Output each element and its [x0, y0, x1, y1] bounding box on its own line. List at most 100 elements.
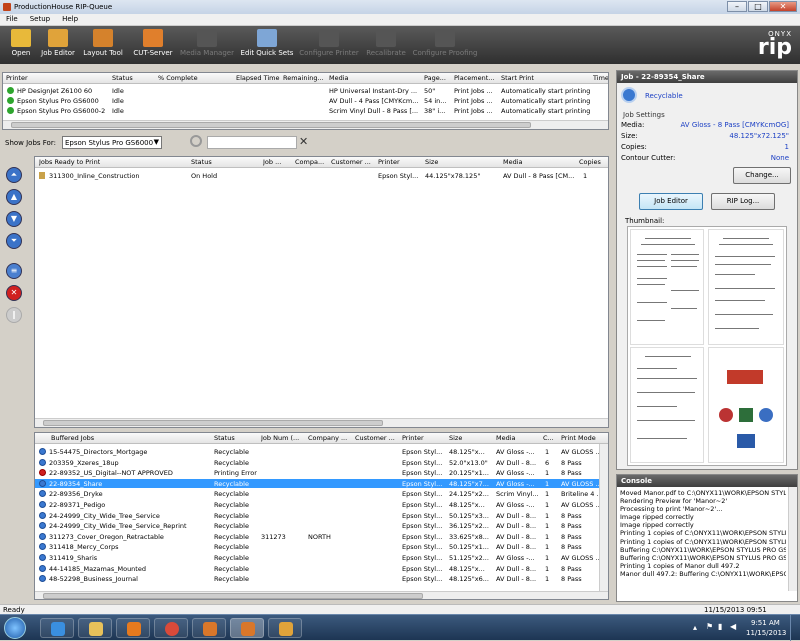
col-size[interactable]: Size: [425, 158, 438, 166]
minimize-button[interactable]: –: [727, 1, 747, 12]
volume-icon[interactable]: ◀: [730, 622, 736, 631]
table-row[interactable]: 48-52298_Business_Journal Recyclable Epson…: [35, 574, 599, 583]
col-remaining[interactable]: Remaining...: [283, 74, 324, 82]
col-job-num[interactable]: Job Num (...: [261, 434, 299, 442]
clock-date[interactable]: 11/15/2013: [746, 629, 786, 637]
menu-file[interactable]: File: [0, 14, 24, 24]
show-desktop-button[interactable]: [790, 615, 800, 641]
col-status[interactable]: Status: [191, 158, 212, 166]
start-button[interactable]: [4, 617, 26, 639]
col-printer[interactable]: Printer: [6, 74, 28, 82]
job-c: 1: [545, 532, 550, 541]
col-job-num[interactable]: Job ...: [263, 158, 281, 166]
col-status[interactable]: Status: [112, 74, 133, 82]
table-row[interactable]: 22-89371_Pedigo Recyclable Epson Styl... 48…: [35, 500, 602, 509]
table-row[interactable]: 24-24999_City_Wide_Tree_Service_Reprint R…: [35, 521, 599, 530]
table-row[interactable]: 15-54475_Directors_Mortgage Recyclable Eps…: [35, 447, 602, 456]
change-button[interactable]: Change...: [733, 167, 791, 184]
taskbar-onyx-1[interactable]: [192, 618, 226, 638]
table-row[interactable]: Epson Stylus Pro GS6000 Idle AV Dull - 4 P…: [3, 96, 608, 105]
move-up-button[interactable]: ▲: [6, 189, 22, 205]
delete-job-button[interactable]: ✕: [6, 285, 22, 301]
table-row[interactable]: 44-14185_Mazamas_Mounted Recyclable Epson …: [35, 564, 599, 573]
layout-tool-button[interactable]: Layout Tool: [80, 29, 126, 57]
maximize-button[interactable]: □: [748, 1, 768, 12]
job-editor-panel-button[interactable]: Job Editor: [639, 193, 703, 210]
media-manager-button[interactable]: Media Manager: [178, 29, 236, 57]
taskbar-onyx-2[interactable]: [230, 618, 264, 638]
table-row[interactable]: 311300_Inline_Construction On Hold Epson…: [35, 171, 608, 180]
hold-job-button[interactable]: ‖: [6, 307, 22, 323]
table-row[interactable]: 203359_Xzeres_18up Recyclable Epson Styl..…: [35, 458, 599, 467]
search-input[interactable]: [207, 136, 297, 149]
ready-jobs-hscroll[interactable]: [35, 418, 608, 427]
job-editor-button[interactable]: Job Editor: [38, 29, 78, 57]
col-c[interactable]: C...: [543, 434, 554, 442]
network-icon[interactable]: ▮: [718, 622, 722, 631]
move-bottom-button[interactable]: ⏷: [6, 233, 22, 249]
buffered-vscroll[interactable]: [599, 444, 608, 592]
clear-search-icon[interactable]: ✕: [299, 135, 308, 148]
col-start-print[interactable]: Start Print: [501, 74, 534, 82]
recalibrate-button[interactable]: Recalibrate: [362, 29, 410, 57]
print-job-button[interactable]: ≡: [6, 263, 22, 279]
configure-printer-button[interactable]: Configure Printer: [298, 29, 360, 57]
col-customer[interactable]: Customer ...: [355, 434, 395, 442]
table-row[interactable]: 311419_Sharis Recyclable Epson Styl... 51.1…: [35, 553, 602, 562]
taskbar-chrome[interactable]: [154, 618, 188, 638]
table-row[interactable]: 24-24999_City_Wide_Tree_Service Recyclabl…: [35, 511, 599, 520]
printer-status: Idle: [112, 97, 124, 105]
move-top-button[interactable]: ⏶: [6, 167, 22, 183]
move-down-button[interactable]: ▼: [6, 211, 22, 227]
col-size[interactable]: Size: [449, 434, 462, 442]
console-vscroll[interactable]: [788, 487, 797, 591]
taskbar-ie[interactable]: [40, 618, 74, 638]
configure-proofing-button[interactable]: Configure Proofing: [412, 29, 478, 57]
thumbnail-page: [708, 229, 784, 345]
col-elapsed[interactable]: Elapsed Time: [236, 74, 280, 82]
open-button[interactable]: Open: [6, 29, 36, 57]
table-row[interactable]: Epson Stylus Pro GS6000-2 Idle Scrim Vinyl…: [3, 106, 608, 115]
printers-hscroll[interactable]: [3, 120, 608, 129]
table-row[interactable]: 22-89354_Share Recyclable Epson Styl... 48.…: [35, 478, 602, 488]
table-row[interactable]: 22-89352_US_Digital--NOT APPROVED Printin…: [35, 468, 599, 477]
col-copies[interactable]: Copies: [579, 158, 601, 166]
col-page[interactable]: Page...: [424, 74, 446, 82]
rip-log-button[interactable]: RIP Log...: [711, 193, 775, 210]
table-row[interactable]: 22-89356_Dryke Recyclable Epson Styl... 24.…: [35, 489, 603, 498]
show-jobs-label: Show Jobs For:: [5, 139, 56, 147]
clock-time[interactable]: 9:51 AM: [751, 619, 780, 627]
cut-server-button[interactable]: CUT-Server: [130, 29, 176, 57]
col-buffered-jobs[interactable]: Buffered Jobs: [51, 434, 94, 442]
table-row[interactable]: 311273_Cover_Oregon_Retractable Recyclabl…: [35, 532, 599, 541]
printer-filter-select[interactable]: Epson Stylus Pro GS6000 ▼: [62, 136, 162, 149]
col-customer[interactable]: Customer ...: [331, 158, 371, 166]
edit-quick-sets-label: Edit Quick Sets: [240, 49, 294, 57]
flag-icon[interactable]: ⚑: [706, 622, 713, 631]
taskbar-media[interactable]: [116, 618, 150, 638]
col-jobs-ready[interactable]: Jobs Ready to Print: [39, 158, 100, 166]
col-company[interactable]: Compa...: [295, 158, 324, 166]
table-row[interactable]: 311418_Mercy_Corps Recyclable Epson Styl..…: [35, 542, 599, 551]
tray-chevron-icon[interactable]: ▴: [693, 623, 697, 632]
col-media[interactable]: Media: [503, 158, 523, 166]
edit-quick-sets-button[interactable]: Edit Quick Sets: [238, 29, 296, 57]
col-company[interactable]: Company ...: [308, 434, 347, 442]
col-printer[interactable]: Printer: [402, 434, 424, 442]
col-placement[interactable]: Placement...: [454, 74, 494, 82]
table-row[interactable]: HP DesignJet Z6100 60 Idle HP Universal In…: [3, 86, 608, 95]
menu-setup[interactable]: Setup: [24, 14, 56, 24]
close-button[interactable]: ✕: [769, 1, 797, 12]
buffered-hscroll[interactable]: [35, 591, 608, 599]
col-time[interactable]: Time: [593, 74, 608, 82]
col-print-mode[interactable]: Print Mode: [561, 434, 596, 442]
menu-help[interactable]: Help: [56, 14, 84, 24]
col-media[interactable]: Media: [329, 74, 349, 82]
taskbar-onyx-3[interactable]: [268, 618, 302, 638]
col-status[interactable]: Status: [214, 434, 235, 442]
col-complete[interactable]: % Complete: [158, 74, 198, 82]
search-icon[interactable]: [190, 135, 202, 147]
col-printer[interactable]: Printer: [378, 158, 400, 166]
taskbar-explorer[interactable]: [78, 618, 112, 638]
col-media[interactable]: Media: [496, 434, 516, 442]
